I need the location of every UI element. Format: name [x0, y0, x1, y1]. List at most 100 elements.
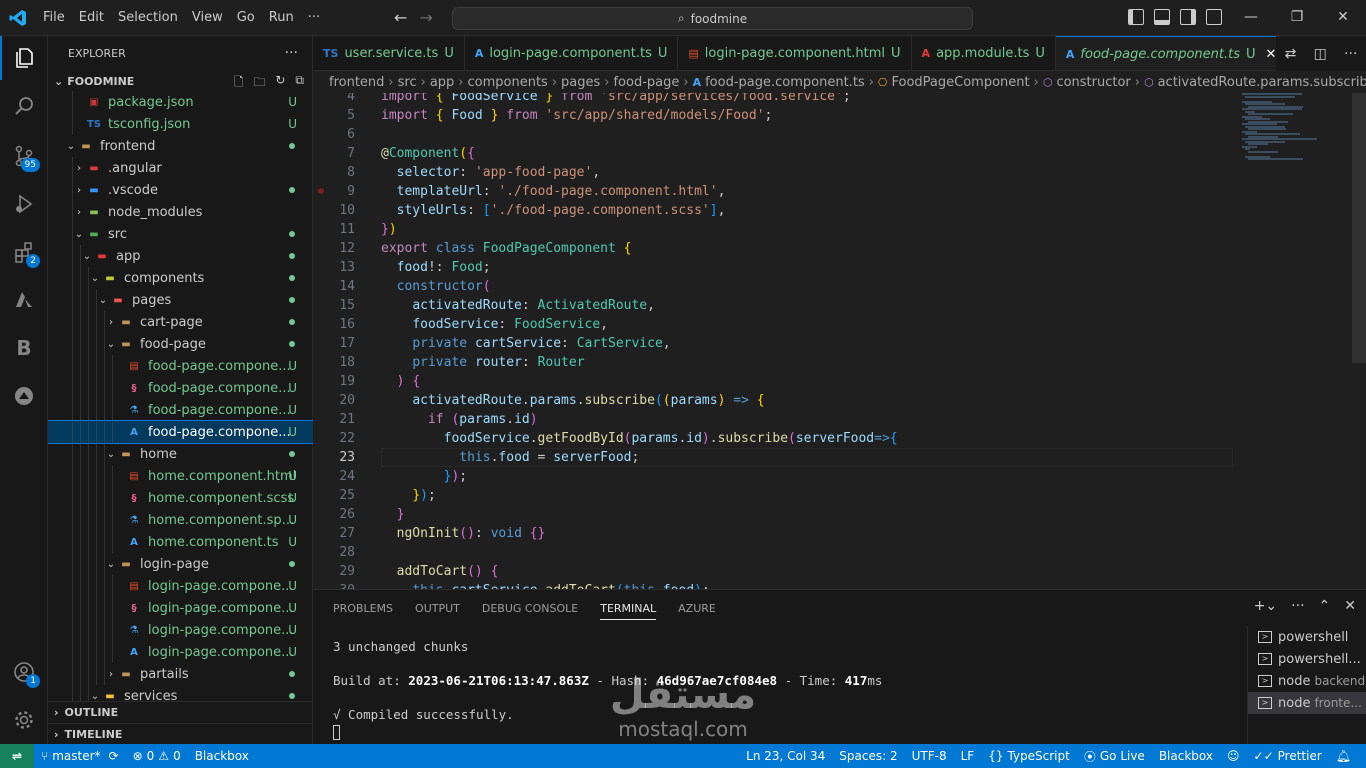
maximize-panel-icon[interactable]: ⌃	[1319, 598, 1331, 614]
tree-item[interactable]: § home.component.scss U	[48, 487, 313, 509]
breadcrumb-item[interactable]: src	[398, 75, 417, 90]
tree-item[interactable]: ⌄ ▬ home	[48, 443, 313, 465]
outline-section[interactable]: › OUTLINE	[48, 701, 313, 723]
editor-tab[interactable]: Alogin-page.component.ts U	[465, 36, 679, 70]
breadcrumb-item[interactable]: food-page.component.ts	[705, 75, 865, 90]
tree-item[interactable]: › ▬ .vscode	[48, 179, 313, 201]
tab-problems[interactable]: PROBLEMS	[333, 602, 393, 615]
menu-more[interactable]: ···	[301, 0, 327, 36]
menu-go[interactable]: Go	[230, 0, 262, 36]
breadcrumb-item[interactable]: frontend	[329, 75, 384, 90]
explorer-more-button[interactable]: ···	[285, 45, 298, 61]
editor-tab[interactable]: ▤ login-page.component.html U	[678, 36, 912, 70]
terminal-instance[interactable]: > node backend	[1248, 670, 1366, 692]
accounts-icon[interactable]: 1	[0, 650, 48, 694]
toggle-secondary-sidebar-icon[interactable]	[1180, 9, 1196, 25]
tree-item[interactable]: ⌄ ▬ login-page	[48, 553, 313, 575]
editor-tab[interactable]: TS user.service.ts U	[313, 36, 465, 70]
close-panel-icon[interactable]: ✕	[1344, 598, 1356, 614]
tree-item[interactable]: ⌄ ▬ services	[48, 685, 313, 701]
close-window-icon[interactable]: ✕	[1320, 0, 1366, 36]
run-debug-icon[interactable]	[0, 182, 48, 226]
tree-item[interactable]: ▣ package.json U	[48, 91, 313, 113]
project-header[interactable]: ⌄ FOODMINE 🗋 🗀 ↻ ⧉	[48, 70, 312, 92]
menu-file[interactable]: File	[36, 0, 72, 36]
branch-indicator[interactable]: ⑂ master* ⟳	[34, 749, 126, 763]
blackbox-icon[interactable]: B	[0, 326, 48, 370]
toggle-primary-sidebar-icon[interactable]	[1128, 9, 1144, 25]
new-terminal-icon[interactable]: +⌄	[1254, 598, 1277, 614]
more-actions-icon[interactable]: ···	[1291, 598, 1304, 614]
tree-item[interactable]: ▤ login-page.compone... U	[48, 575, 313, 597]
breakpoint-icon[interactable]	[318, 188, 324, 194]
tree-item[interactable]: Alogin-page.compone... U	[48, 641, 313, 663]
breadcrumb-item[interactable]: activatedRoute.params.subscribe() callba…	[1158, 75, 1366, 90]
menu-edit[interactable]: Edit	[72, 0, 111, 36]
indentation[interactable]: Spaces: 2	[832, 749, 904, 763]
more-actions-icon[interactable]: ···	[1344, 46, 1357, 62]
breadcrumb-item[interactable]: constructor	[1056, 75, 1130, 90]
source-control-icon[interactable]: 95	[0, 134, 48, 178]
problems-indicator[interactable]: ⊗ 0 ⚠ 0	[126, 749, 188, 763]
breadcrumb-item[interactable]: app	[430, 75, 454, 90]
remote-indicator-icon[interactable]: ⇌	[0, 744, 34, 768]
encoding[interactable]: UTF-8	[905, 749, 954, 763]
timeline-section[interactable]: › TIMELINE	[48, 723, 313, 745]
tree-item[interactable]: › ▬ cart-page	[48, 311, 313, 333]
terminal-instance[interactable]: > powershell	[1248, 626, 1366, 648]
copilot-icon[interactable]: ☺	[1220, 749, 1247, 763]
breadcrumb-item[interactable]: pages	[561, 75, 600, 90]
tree-item[interactable]: › ▬ node_modules	[48, 201, 313, 223]
tab-azure[interactable]: AZURE	[678, 602, 716, 615]
tree-item[interactable]: ⚗ home.component.sp... U	[48, 509, 313, 531]
remote-explorer-icon[interactable]	[0, 374, 48, 418]
tree-item[interactable]: ⌄ ▬ frontend	[48, 135, 313, 157]
explorer-icon[interactable]	[0, 36, 48, 80]
menu-run[interactable]: Run	[262, 0, 301, 36]
go-live-button[interactable]: ⦿ Go Live	[1077, 748, 1152, 765]
tree-item[interactable]: ⌄ ▬ src	[48, 223, 313, 245]
customize-layout-icon[interactable]	[1206, 9, 1222, 25]
tab-output[interactable]: OUTPUT	[415, 602, 460, 615]
breadcrumb-item[interactable]: food-page	[613, 75, 679, 90]
end-of-line[interactable]: LF	[954, 749, 982, 763]
split-editor-icon[interactable]: ◫	[1314, 46, 1327, 62]
tree-item[interactable]: § food-page.compone... U	[48, 377, 313, 399]
tree-item[interactable]: Afood-page.compone... U	[48, 420, 313, 444]
manage-gear-icon[interactable]	[0, 698, 48, 742]
blackbox-status[interactable]: Blackbox	[188, 749, 256, 763]
tab-terminal[interactable]: TERMINAL	[600, 597, 657, 620]
tree-item[interactable]: › ▬ partails	[48, 663, 313, 685]
tree-item[interactable]: › ▬ .angular	[48, 157, 313, 179]
forward-arrow-icon[interactable]: →	[419, 8, 432, 27]
tree-item[interactable]: TS tsconfig.json U	[48, 113, 313, 135]
tree-item[interactable]: ⌄ ▬ food-page	[48, 333, 313, 355]
blackbox-status-right[interactable]: Blackbox	[1152, 749, 1220, 763]
tree-item[interactable]: ▤ food-page.compone... U	[48, 355, 313, 377]
editor-tab[interactable]: Aapp.module.ts U	[912, 36, 1056, 70]
tree-item[interactable]: ⌄ ▬ pages	[48, 289, 313, 311]
minimize-icon[interactable]: —	[1228, 0, 1274, 36]
azure-icon[interactable]	[0, 278, 48, 322]
breadcrumb-item[interactable]: components	[468, 75, 548, 90]
tree-item[interactable]: ⚗ login-page.compone... U	[48, 619, 313, 641]
editor-scrollbar[interactable]	[1352, 93, 1366, 589]
close-tab-icon[interactable]: ✕	[1266, 47, 1277, 62]
editor-tab[interactable]: Afood-page.component.ts U ✕	[1055, 36, 1288, 70]
menu-selection[interactable]: Selection	[111, 0, 185, 36]
toggle-panel-icon[interactable]	[1154, 9, 1170, 25]
terminal-instance[interactable]: > powershell...	[1248, 648, 1366, 670]
breadcrumb-item[interactable]: FoodPageComponent	[892, 75, 1030, 90]
search-icon[interactable]	[0, 84, 48, 128]
open-changes-icon[interactable]: ⇄	[1285, 46, 1297, 62]
restore-icon[interactable]: ❐	[1274, 0, 1320, 36]
tree-item[interactable]: ⌄ ▬ app	[48, 245, 313, 267]
language-mode[interactable]: {} TypeScript	[981, 749, 1077, 763]
tree-item[interactable]: ⚗ food-page.compone... U	[48, 399, 313, 421]
back-arrow-icon[interactable]: ←	[394, 8, 407, 27]
tree-item[interactable]: Ahome.component.ts U	[48, 531, 313, 553]
minimap[interactable]	[1242, 93, 1352, 163]
cursor-position[interactable]: Ln 23, Col 34	[739, 749, 832, 763]
notifications-icon[interactable]: 🔔︎	[1329, 749, 1358, 763]
menu-view[interactable]: View	[185, 0, 230, 36]
